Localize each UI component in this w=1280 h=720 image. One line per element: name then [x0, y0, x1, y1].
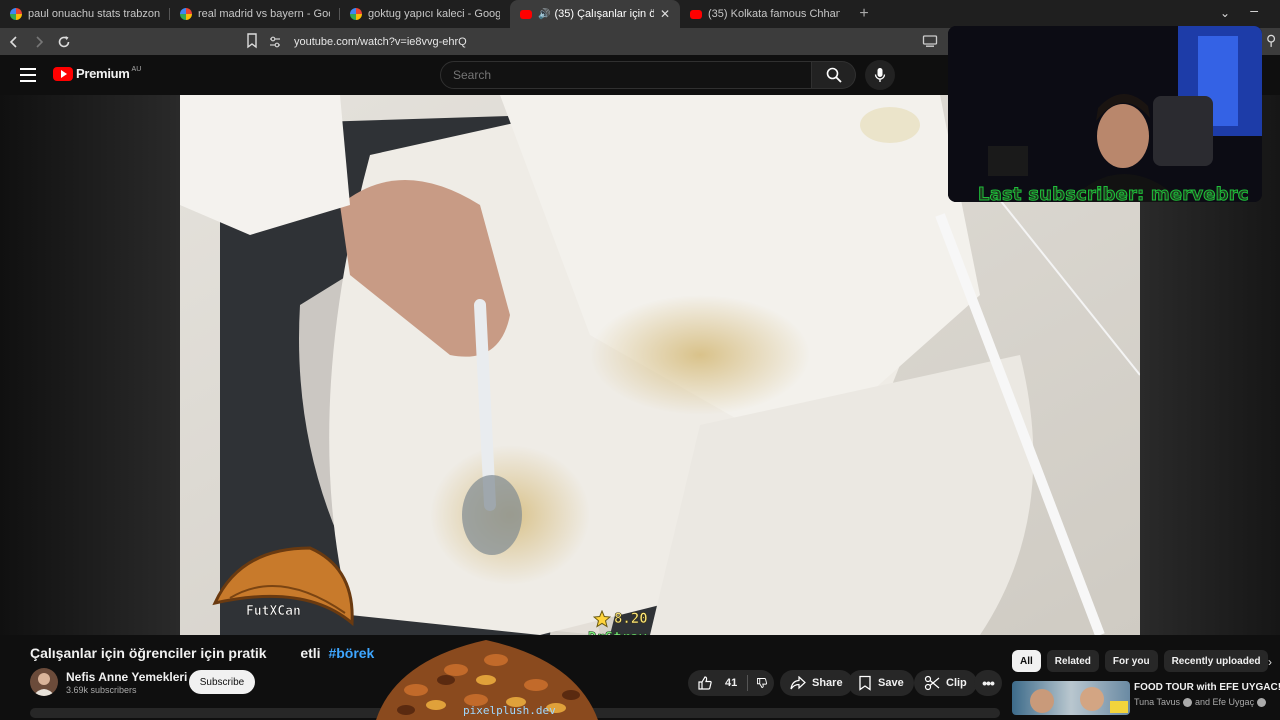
cast-icon[interactable]	[922, 34, 938, 48]
tab-3[interactable]: goktug yapıcı kaleci - Google Search	[340, 0, 510, 28]
youtube-favicon-icon	[690, 9, 702, 19]
like-dislike-group: 41	[688, 670, 774, 696]
chip-recently-uploaded[interactable]: Recently uploaded	[1163, 650, 1269, 672]
pixelplush-watermark: pixelplush.dev	[463, 704, 556, 717]
back-arrow-icon[interactable]	[3, 31, 25, 53]
voice-search-button[interactable]	[865, 60, 895, 90]
video-title: Çalışanlar için öğrenciler için pratik e…	[30, 645, 375, 661]
bookmark-icon[interactable]	[245, 32, 259, 50]
tab-5[interactable]: (35) Kolkata famous Chhangani club	[680, 0, 850, 28]
search-icon	[826, 67, 842, 83]
search-button[interactable]	[812, 61, 856, 89]
search-box	[440, 61, 856, 89]
recommendation-filter-chips: All Related For you Recently uploaded	[1012, 650, 1269, 672]
chevron-right-icon[interactable]: ›	[1268, 655, 1272, 669]
tab-1[interactable]: paul onuachu stats trabzon - Google	[0, 0, 170, 28]
google-favicon-icon	[180, 8, 192, 20]
tab-title: goktug yapıcı kaleci - Google Search	[368, 8, 500, 20]
streamer-webcam-overlay: Last subscriber: mervebrc	[948, 26, 1262, 202]
more-actions-button[interactable]: •••	[974, 670, 1002, 696]
subscriber-count: 3.69k subscribers	[66, 685, 137, 695]
share-button[interactable]: Share	[780, 670, 853, 696]
recommended-video-thumbnail[interactable]	[1012, 681, 1130, 715]
close-tab-icon[interactable]: ✕	[654, 7, 670, 21]
chevron-down-icon[interactable]: ⌄	[1220, 6, 1230, 20]
tab-title: real madrid vs bayern - Google Searc	[198, 8, 330, 20]
like-button[interactable]: 41	[688, 670, 737, 696]
subscribe-button[interactable]: Subscribe	[189, 670, 255, 694]
browser-tab-strip: paul onuachu stats trabzon - Google real…	[0, 0, 1280, 28]
tab-title: paul onuachu stats trabzon - Google	[28, 8, 160, 20]
minimize-window-icon[interactable]: –	[1250, 2, 1258, 18]
verified-badge-icon	[1183, 697, 1193, 707]
scissors-icon	[924, 675, 940, 691]
star-icon	[593, 610, 611, 628]
new-tab-button[interactable]: +	[850, 0, 878, 28]
channel-name[interactable]: Nefis Anne Yemekleri	[66, 670, 187, 684]
speaker-icon[interactable]: 🔊	[538, 9, 550, 20]
tab-title: (35) Kolkata famous Chhangani club	[708, 8, 840, 20]
more-horizontal-icon: •••	[982, 675, 995, 691]
site-settings-icon[interactable]	[268, 35, 282, 49]
hashtag-link[interactable]: #börek	[328, 645, 374, 661]
clip-button[interactable]: Clip	[914, 670, 977, 696]
recommended-video-channel: Tuna Tavus and Efe Uygaç	[1134, 697, 1269, 707]
address-bar[interactable]: youtube.com/watch?v=ie8vvg-ehrQ	[268, 31, 938, 52]
search-input[interactable]	[440, 61, 812, 89]
youtube-play-icon	[53, 66, 73, 81]
youtube-premium-logo[interactable]: Premium AU	[53, 66, 141, 81]
share-icon	[790, 676, 806, 690]
video-info-section: Çalışanlar için öğrenciler için pratik e…	[0, 635, 1280, 720]
tab-title: (35) Çalışanlar için öğrenciler	[554, 8, 654, 20]
google-favicon-icon	[10, 8, 22, 20]
logo-text: Premium	[76, 66, 130, 81]
chip-related[interactable]: Related	[1046, 650, 1099, 672]
recommended-video-title[interactable]: FOOD TOUR with EFE UYGAC!	[1134, 682, 1280, 693]
tab-active-youtube[interactable]: 🔊 (35) Çalışanlar için öğrenciler ✕	[510, 0, 680, 28]
last-subscriber-caption: Last subscriber: mervebrc	[978, 184, 1250, 203]
save-button[interactable]: Save	[848, 670, 914, 696]
thumbs-down-icon[interactable]	[756, 675, 768, 691]
forward-arrow-icon[interactable]	[28, 31, 50, 53]
url-text: youtube.com/watch?v=ie8vvg-ehrQ	[294, 35, 467, 48]
google-favicon-icon	[350, 8, 362, 20]
webcam-image	[948, 26, 1262, 202]
score-overlay: 8.20	[593, 610, 648, 628]
region-code: AU	[131, 66, 142, 73]
microphone-icon	[874, 68, 886, 82]
thumbs-up-icon	[698, 676, 712, 690]
chip-all[interactable]: All	[1012, 650, 1041, 672]
viewer-name-label: FutXCan	[246, 604, 301, 620]
channel-avatar[interactable]	[30, 668, 58, 696]
youtube-favicon-icon	[520, 9, 532, 19]
menu-icon[interactable]	[20, 68, 36, 82]
verified-badge-icon	[1257, 697, 1267, 707]
chip-for-you[interactable]: For you	[1104, 650, 1158, 672]
extension-icon[interactable]: ⚲	[1266, 32, 1280, 50]
reload-icon[interactable]	[53, 31, 75, 53]
save-playlist-icon	[859, 675, 871, 691]
tab-2[interactable]: real madrid vs bayern - Google Searc	[170, 0, 340, 28]
score-value: 8.20	[614, 611, 648, 628]
like-count: 41	[725, 677, 738, 689]
